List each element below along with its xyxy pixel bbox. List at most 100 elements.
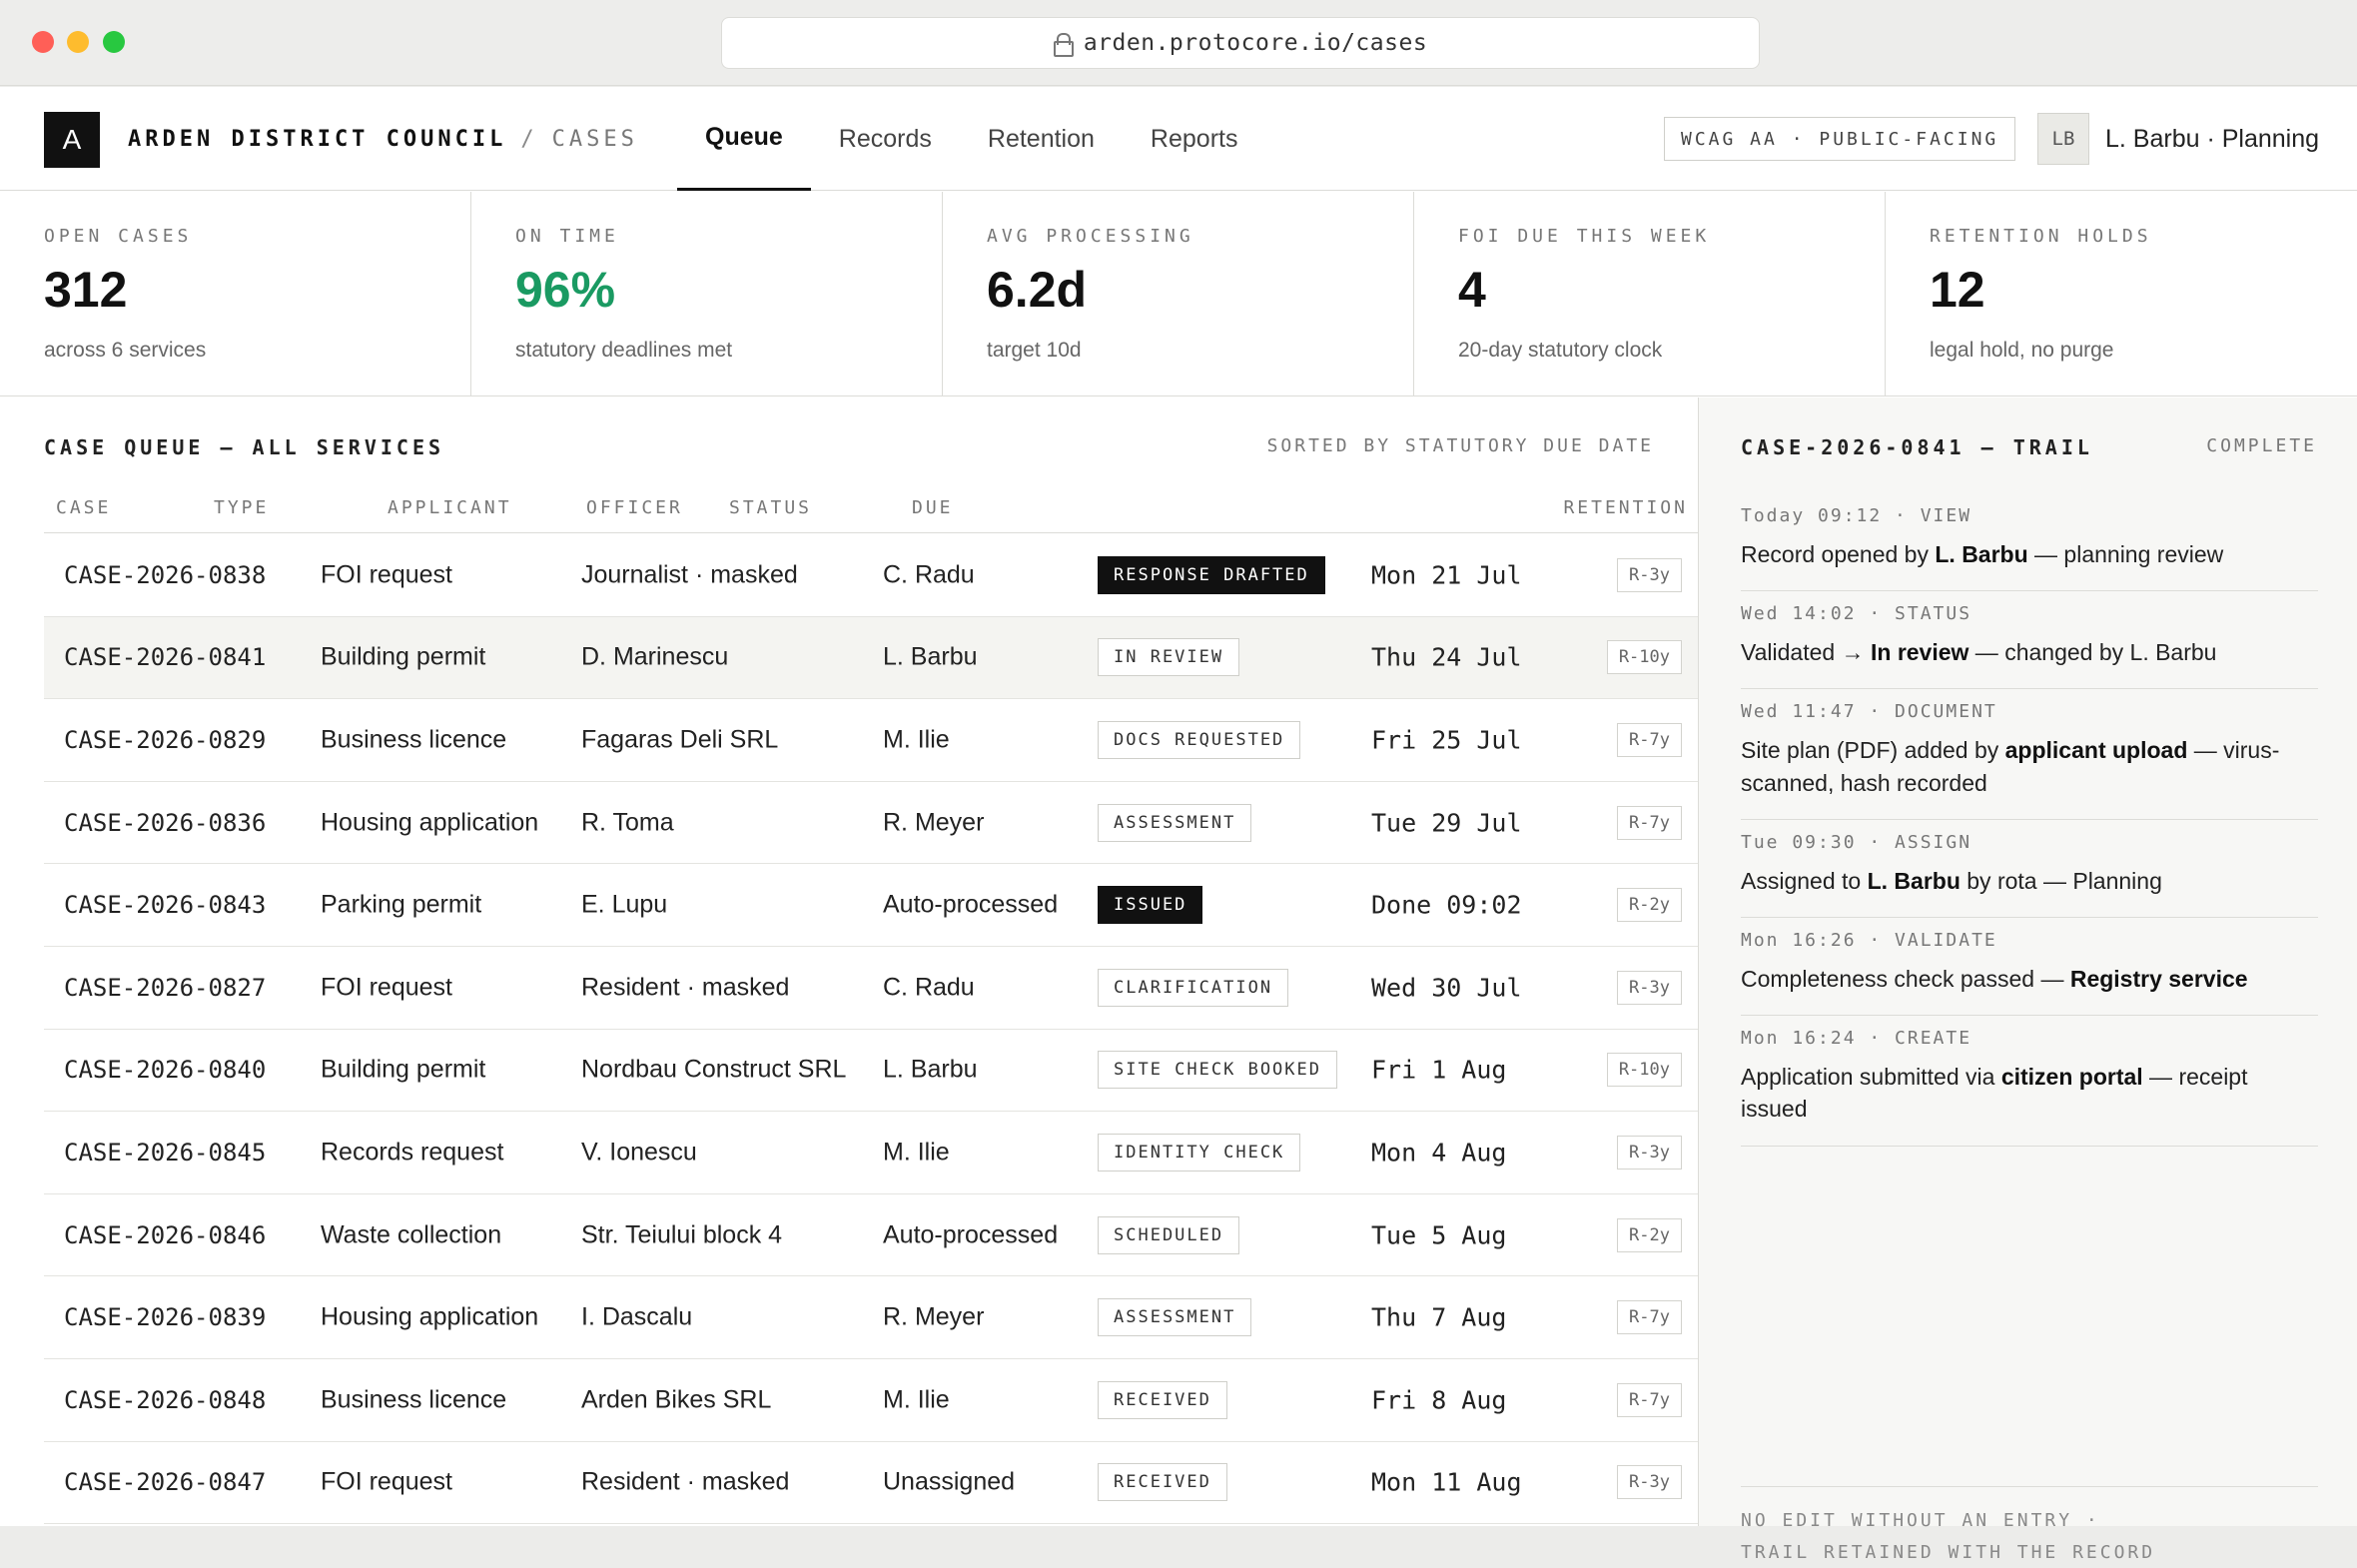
table-row[interactable]: CASE-2026-0838 FOI request Journalist · ma…: [44, 534, 1698, 617]
officer: R. Meyer: [883, 1303, 984, 1332]
column-header-case[interactable]: CASE: [56, 497, 111, 518]
event-meta: Mon 16:26 · VALIDATE: [1741, 930, 2318, 951]
minimize-window-button[interactable]: [67, 31, 89, 53]
officer: M. Ilie: [883, 725, 950, 754]
event-text-part: by rota — Planning: [1961, 868, 2162, 894]
applicant: Journalist · masked: [581, 560, 798, 589]
footnote-line-1: NO EDIT WITHOUT AN ENTRY ·: [1741, 1505, 2318, 1537]
retention-cell: R-2y: [1617, 888, 1682, 922]
table-row[interactable]: CASE-2026-0839 Housing application I. Dasc…: [44, 1276, 1698, 1359]
column-header-due[interactable]: DUE: [912, 497, 954, 518]
table-row[interactable]: CASE-2026-0848Business licenceArden Bike…: [44, 1359, 1698, 1442]
event-text-part: Completeness check passed —: [1741, 966, 2070, 992]
applicant: Fagaras Deli SRL: [581, 725, 778, 754]
case-type: FOI request: [321, 560, 452, 589]
table-row[interactable]: CASE-2026-0846Waste collectionStr. Teiul…: [44, 1194, 1698, 1277]
column-header-applicant[interactable]: APPLICANT: [388, 497, 512, 518]
column-header-officer[interactable]: OFFICER: [586, 497, 683, 518]
event-meta: Today 09:12 · VIEW: [1741, 505, 2318, 526]
status-badge: SCHEDULED: [1098, 1216, 1239, 1254]
stat-value: 6.2d: [987, 265, 1413, 315]
case-id[interactable]: CASE-2026-0843: [64, 891, 266, 919]
maximize-window-button[interactable]: [103, 31, 125, 53]
tab-reports[interactable]: Reports: [1123, 87, 1266, 191]
due-date: Wed 30 Jul: [1371, 973, 1522, 1002]
tab-retention[interactable]: Retention: [960, 87, 1123, 191]
status-cell: ASSESSMENT: [1098, 1298, 1251, 1336]
table-row[interactable]: CASE-2026-0827FOI requestResident · mask…: [44, 947, 1698, 1030]
retention-cell: R-7y: [1617, 806, 1682, 840]
case-id[interactable]: CASE-2026-0845: [64, 1139, 266, 1167]
org-name[interactable]: ARDEN DISTRICT COUNCIL: [128, 127, 506, 152]
trail-event[interactable]: Today 09:12 · VIEW Record opened by L. Ba…: [1741, 493, 2318, 591]
case-type: FOI request: [321, 973, 452, 1002]
column-header-status[interactable]: STATUS: [729, 497, 812, 518]
table-row[interactable]: CASE-2026-0847FOI requestResident · mask…: [44, 1442, 1698, 1525]
tab-records[interactable]: Records: [811, 87, 960, 191]
table-row[interactable]: CASE-2026-0845Records requestV. IonescuM…: [44, 1112, 1698, 1194]
case-type: Business licence: [321, 725, 506, 754]
retention-badge: R-7y: [1617, 806, 1682, 840]
event-emphasis: citizen portal: [2001, 1064, 2143, 1090]
retention-badge: R-7y: [1617, 1300, 1682, 1334]
stat-subtext: across 6 services: [44, 339, 470, 363]
case-id[interactable]: CASE-2026-0839: [64, 1303, 266, 1331]
retention-badge: R-7y: [1617, 723, 1682, 757]
trail-event[interactable]: Wed 11:47 · DOCUMENTSite plan (PDF) adde…: [1741, 689, 2318, 819]
trail-event[interactable]: Wed 14:02 · STATUSValidated → In review …: [1741, 591, 2318, 689]
stat-value: 96%: [515, 265, 942, 315]
officer: M. Ilie: [883, 1385, 950, 1414]
case-id[interactable]: CASE-2026-0829: [64, 726, 266, 754]
case-id[interactable]: CASE-2026-0840: [64, 1056, 266, 1084]
status-badge: RECEIVED: [1098, 1463, 1227, 1501]
table-row[interactable]: CASE-2026-0836Housing applicationR. Toma…: [44, 782, 1698, 865]
table-row[interactable]: CASE-2026-0843Parking permitE. LupuAuto-…: [44, 864, 1698, 947]
breadcrumb-separator: /: [520, 127, 537, 152]
main-tabs: QueueRecordsRetentionReports: [677, 87, 1265, 191]
user-label[interactable]: L. Barbu · Planning: [2105, 125, 2319, 154]
applicant: I. Dascalu: [581, 1303, 692, 1332]
table-row[interactable]: CASE-2026-0841Building permitD. Marinesc…: [44, 617, 1698, 700]
event-emphasis: Registry service: [2070, 966, 2248, 992]
stat-value: 312: [44, 265, 470, 315]
table-row[interactable]: CASE-2026-0840Building permitNordbau Con…: [44, 1030, 1698, 1113]
case-id[interactable]: CASE-2026-0836: [64, 809, 266, 837]
retention-badge: R-10y: [1607, 640, 1682, 674]
trail-event[interactable]: Tue 09:30 · ASSIGNAssigned to L. Barbu b…: [1741, 820, 2318, 918]
retention-badge: R-2y: [1617, 1218, 1682, 1252]
column-header-type[interactable]: TYPE: [214, 497, 269, 518]
table-row[interactable]: CASE-2026-0829 Business licence Fagaras De…: [44, 699, 1698, 782]
avatar[interactable]: LB: [2037, 113, 2089, 165]
case-type: Housing application: [321, 1303, 538, 1332]
tab-queue[interactable]: Queue: [677, 87, 811, 191]
table-header: CASE TYPE APPLICANT OFFICER STATUS DUE RETENTI…: [44, 493, 1698, 533]
retention-cell: R-7y: [1617, 1383, 1682, 1417]
council-logo[interactable]: A: [44, 112, 100, 168]
retention-cell: R-7y: [1617, 723, 1682, 757]
case-id[interactable]: CASE-2026-0846: [64, 1221, 266, 1249]
case-id[interactable]: CASE-2026-0848: [64, 1386, 266, 1414]
trail-footnote: NO EDIT WITHOUT AN ENTRY · TRAIL RETAINE…: [1741, 1486, 2318, 1568]
status-cell: CLARIFICATION: [1098, 969, 1288, 1007]
stat-value: 4: [1458, 265, 1885, 315]
footnote-line-2: TRAIL RETAINED WITH THE RECORD: [1741, 1537, 2318, 1568]
sort-indicator[interactable]: SORTED BY STATUTORY DUE DATE: [1267, 435, 1654, 456]
case-id[interactable]: CASE-2026-0841: [64, 643, 266, 671]
audit-trail-panel: CASE-2026-0841 — TRAIL COMPLETE Today 09…: [1698, 397, 2357, 1526]
trail-status: COMPLETE: [2206, 435, 2317, 456]
column-header-retention[interactable]: RETENTION: [1563, 497, 1688, 518]
close-window-button[interactable]: [32, 31, 54, 53]
case-id[interactable]: CASE-2026-0838: [64, 561, 266, 589]
event-emphasis: applicant upload: [2005, 737, 2188, 763]
event-text: Record opened by L. Barbu — planning rev…: [1741, 538, 2318, 570]
status-cell: ASSESSMENT: [1098, 804, 1251, 842]
stat-subtext: legal hold, no purge: [1930, 339, 2357, 363]
trail-event[interactable]: Mon 16:26 · VALIDATE Completeness check p…: [1741, 918, 2318, 1016]
due-date: Tue 5 Aug: [1371, 1220, 1506, 1249]
address-bar[interactable]: arden.protocore.io/cases: [721, 17, 1760, 69]
due-date: Mon 21 Jul: [1371, 560, 1522, 589]
stat-subtext: 20-day statutory clock: [1458, 339, 1885, 363]
case-id[interactable]: CASE-2026-0847: [64, 1468, 266, 1496]
trail-event[interactable]: Mon 16:24 · CREATEApplication submitted …: [1741, 1016, 2318, 1146]
case-id[interactable]: CASE-2026-0827: [64, 974, 266, 1002]
